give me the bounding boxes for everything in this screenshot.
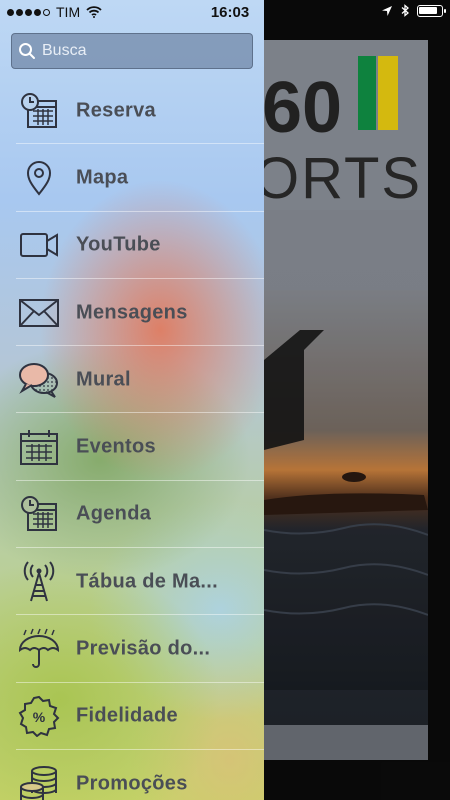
svg-text:%: % — [33, 709, 46, 725]
menu-item-label: Eventos — [76, 435, 156, 458]
menu-list: Reserva Mapa YouTube Mensagens Mural Eve… — [0, 77, 264, 800]
menu-item-reserva[interactable]: Reserva — [0, 77, 264, 145]
menu-item-previsao-do-tempo[interactable]: Previsão do... — [0, 615, 264, 683]
side-drawer: Reserva Mapa YouTube — [0, 0, 264, 800]
search-bar[interactable] — [11, 33, 253, 69]
menu-item-agenda[interactable]: Agenda — [0, 481, 264, 549]
calendar-icon — [17, 425, 61, 469]
coins-icon — [17, 762, 61, 800]
umbrella-rain-icon — [17, 627, 61, 671]
menu-item-mensagens[interactable]: Mensagens — [0, 279, 264, 347]
menu-item-label: Mensagens — [76, 301, 188, 324]
calendar-clock-icon — [17, 492, 61, 536]
status-bar: TIM 16:03 — [0, 0, 450, 24]
menu-item-mural[interactable]: Mural — [0, 346, 264, 414]
menu-item-label: Agenda — [76, 502, 152, 525]
percent-badge-icon: % — [17, 694, 61, 738]
battery-icon — [417, 4, 446, 17]
menu-item-label: Fidelidade — [76, 704, 178, 727]
menu-item-label: Promoções — [76, 772, 188, 795]
menu-item-label: Mapa — [76, 166, 129, 189]
drawer-overlay[interactable] — [264, 0, 450, 800]
menu-item-tabua-de-mares[interactable]: Tábua de Ma... — [0, 548, 264, 616]
radio-tower-icon — [17, 560, 61, 604]
menu-item-eventos[interactable]: Eventos — [0, 413, 264, 481]
menu-item-promocoes[interactable]: Promoções — [0, 750, 264, 800]
menu-item-label: Previsão do... — [76, 637, 211, 660]
calendar-clock-icon — [17, 89, 61, 133]
menu-item-youtube[interactable]: YouTube — [0, 212, 264, 279]
search-input[interactable] — [40, 41, 244, 61]
chat-bubbles-icon — [17, 358, 61, 402]
menu-item-label: Reserva — [76, 99, 156, 122]
menu-item-label: Mural — [76, 368, 131, 391]
signal-strength-icon — [7, 8, 50, 16]
search-icon — [19, 43, 35, 59]
status-time: 16:03 — [210, 4, 250, 21]
menu-item-label: Tábua de Ma... — [76, 570, 219, 593]
menu-item-mapa[interactable]: Mapa — [0, 144, 264, 212]
wifi-icon — [86, 6, 102, 18]
battery-level — [419, 6, 437, 14]
map-pin-icon — [17, 156, 61, 200]
bluetooth-icon — [401, 4, 409, 17]
location-arrow-icon — [382, 5, 392, 16]
menu-item-fidelidade[interactable]: % Fidelidade — [0, 683, 264, 750]
envelope-icon — [17, 291, 61, 335]
video-camera-icon — [17, 223, 61, 267]
carrier-name: TIM — [56, 4, 81, 20]
menu-item-label: YouTube — [76, 233, 161, 256]
